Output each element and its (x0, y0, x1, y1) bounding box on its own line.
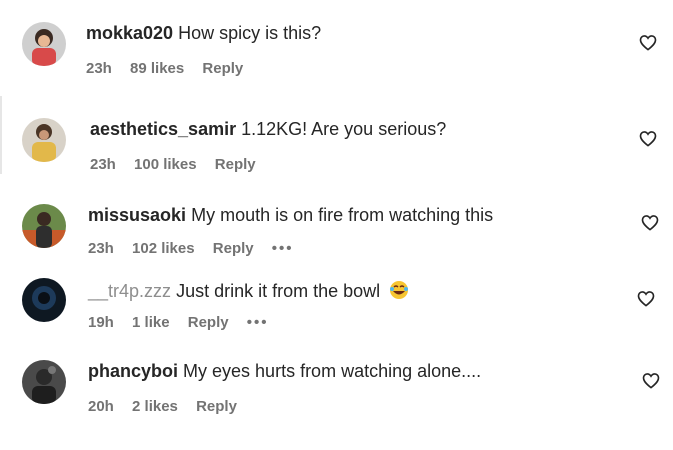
more-options-icon[interactable]: ••• (247, 314, 269, 331)
reply-button[interactable]: Reply (196, 398, 237, 415)
comment-meta: 23h 100 likes Reply (90, 156, 270, 174)
avatar[interactable] (22, 204, 66, 248)
reply-button[interactable]: Reply (188, 314, 229, 331)
timestamp: 20h (88, 398, 114, 415)
comment-body: My eyes hurts from watching alone.... (183, 361, 482, 381)
comment-item: mokka020 How spicy is this? 23h 89 likes… (0, 18, 673, 78)
timestamp: 23h (90, 156, 116, 173)
comment-text: phancyboi My eyes hurts from watching al… (88, 360, 481, 382)
username[interactable]: phancyboi (88, 361, 178, 381)
comment-meta: 20h 2 likes Reply (88, 398, 251, 416)
comment-text: mokka020 How spicy is this? (86, 22, 321, 44)
timestamp: 23h (86, 60, 112, 77)
username[interactable]: aesthetics_samir (90, 119, 236, 139)
comment-body: Just drink it from the bowl (176, 281, 381, 301)
avatar[interactable] (22, 278, 66, 322)
laughing-crying-emoji-icon (390, 281, 409, 299)
more-options-icon[interactable]: ••• (272, 240, 294, 257)
like-count[interactable]: 1 like (132, 314, 170, 331)
username[interactable]: mokka020 (86, 23, 173, 43)
comment-body: 1.12KG! Are you serious? (241, 119, 447, 139)
like-count[interactable]: 2 likes (132, 398, 178, 415)
comment-item: __tr4p.zzz Just drink it from the bowl 1… (0, 276, 673, 336)
reply-button[interactable]: Reply (215, 156, 256, 173)
comment-item: aesthetics_samir 1.12KG! Are you serious… (0, 114, 673, 174)
like-count[interactable]: 102 likes (132, 240, 195, 257)
heart-outline-icon[interactable] (642, 372, 660, 389)
reply-button[interactable]: Reply (213, 240, 254, 257)
reply-button[interactable]: Reply (202, 60, 243, 77)
comment-meta: 19h 1 like Reply ••• (88, 314, 283, 332)
avatar[interactable] (22, 118, 66, 162)
username[interactable]: missusaoki (88, 205, 186, 225)
comment-text: missusaoki My mouth is on fire from watc… (88, 204, 493, 226)
comment-text: aesthetics_samir 1.12KG! Are you serious… (90, 118, 446, 140)
avatar[interactable] (22, 22, 66, 66)
timestamp: 23h (88, 240, 114, 257)
comment-meta: 23h 89 likes Reply (86, 60, 257, 78)
heart-outline-icon[interactable] (637, 290, 655, 307)
like-count[interactable]: 89 likes (130, 60, 184, 77)
avatar[interactable] (22, 360, 66, 404)
comment-text: __tr4p.zzz Just drink it from the bowl (88, 280, 409, 302)
comment-body: My mouth is on fire from watching this (191, 205, 494, 225)
username[interactable]: __tr4p.zzz (88, 281, 171, 301)
heart-outline-icon[interactable] (639, 130, 657, 147)
heart-outline-icon[interactable] (641, 214, 659, 231)
like-count[interactable]: 100 likes (134, 156, 197, 173)
timestamp: 19h (88, 314, 114, 331)
comment-body: How spicy is this? (178, 23, 322, 43)
comment-meta: 23h 102 likes Reply ••• (88, 240, 308, 258)
comment-item: missusaoki My mouth is on fire from watc… (0, 200, 673, 260)
heart-outline-icon[interactable] (639, 34, 657, 51)
comment-item: phancyboi My eyes hurts from watching al… (0, 356, 673, 416)
